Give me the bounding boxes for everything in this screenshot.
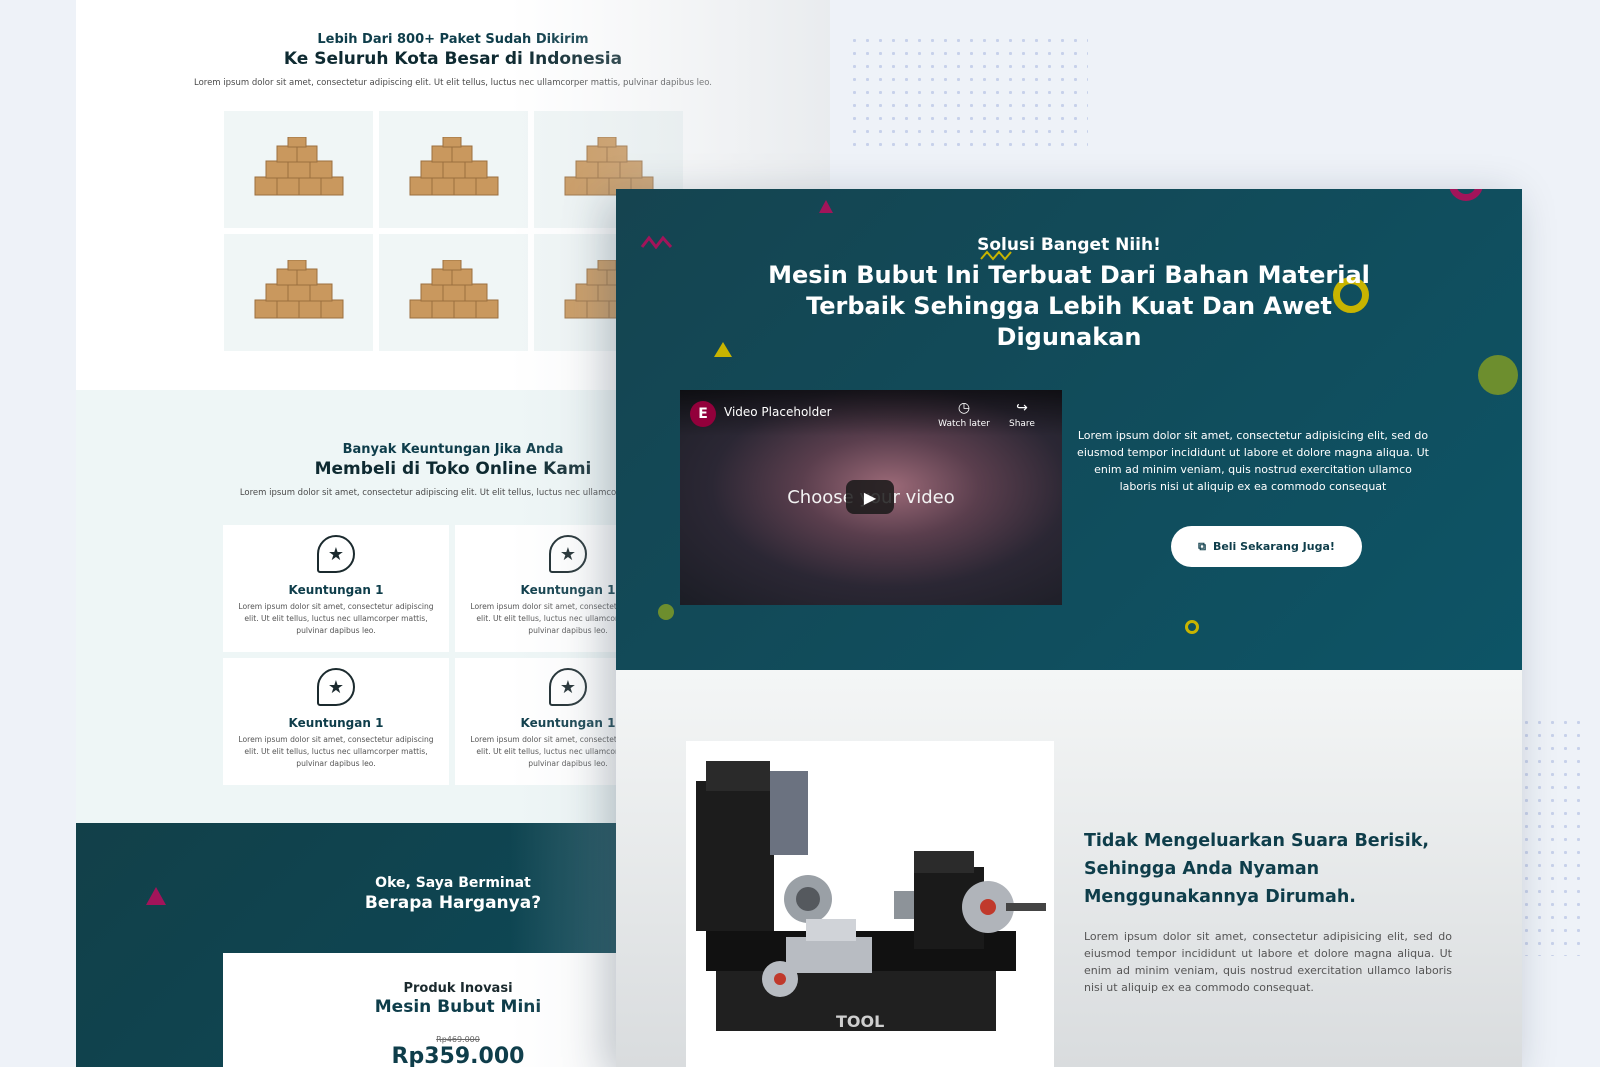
share-button[interactable]: ↪ Share (992, 400, 1052, 429)
ring-decoration (1185, 620, 1199, 634)
triangle-decoration (819, 200, 833, 213)
buy-now-label: Beli Sekarang Juga! (1212, 540, 1335, 553)
play-icon: ▶ (863, 487, 877, 507)
video-player[interactable]: E Video Placeholder ◷ Watch later ↪ Shar… (680, 390, 1062, 605)
benefit-card: ★ Keuntungan 1 Lorem ipsum dolor sit ame… (223, 525, 449, 652)
ring-decoration (1449, 189, 1483, 201)
benefit-card: ★ Keuntungan 1 Lorem ipsum dolor sit ame… (223, 658, 449, 785)
boxes-image (224, 111, 373, 228)
circle-decoration (658, 604, 674, 620)
front-page-preview: Solusi Banget Niih! Mesin Bubut Ini Terb… (616, 189, 1522, 1067)
external-link-icon: ⧉ (1198, 539, 1206, 553)
circle-decoration (1478, 355, 1518, 395)
watch-later-label: Watch later (938, 419, 990, 429)
share-icon: ↪ (1016, 400, 1028, 416)
hero-section: Solusi Banget Niih! Mesin Bubut Ini Terb… (616, 189, 1522, 670)
feature-title: Tidak Mengeluarkan Suara Berisik, Sehing… (1084, 831, 1429, 907)
shipping-kicker: Lebih Dari 800+ Paket Sudah Dikirim (317, 32, 589, 47)
boxes-image (224, 234, 373, 351)
mini-lathe-image: TOOL (686, 741, 1054, 1067)
star-icon: ★ (317, 535, 355, 573)
hero-text: Lorem ipsum dolor sit amet, consectetur … (1077, 429, 1429, 493)
shipping-text: Lorem ipsum dolor sit amet, consectetur … (193, 78, 713, 88)
dot-pattern-top (848, 34, 1088, 156)
feature-text: Lorem ipsum dolor sit amet, consectetur … (1084, 930, 1452, 994)
shipping-header: Lebih Dari 800+ Paket Sudah Dikirim Ke S… (76, 32, 830, 88)
clock-icon: ◷ (957, 400, 971, 416)
svg-text:TOOL: TOOL (836, 1012, 884, 1031)
buy-now-button[interactable]: ⧉ Beli Sekarang Juga! (1171, 526, 1362, 567)
triangle-decoration (714, 342, 732, 357)
boxes-image (379, 234, 528, 351)
benefit-text: Lorem ipsum dolor sit amet, consectetur … (238, 602, 434, 635)
benefit-title: Keuntungan 1 (288, 583, 384, 597)
share-label: Share (1009, 419, 1035, 429)
star-icon: ★ (549, 668, 587, 706)
elementor-logo-icon[interactable]: E (690, 401, 716, 427)
hero-kicker: Solusi Banget Niih! (977, 235, 1161, 255)
benefits-grid: ★ Keuntungan 1 Lorem ipsum dolor sit ame… (223, 525, 681, 785)
feature-section: TOOL Tidak Mengeluarkan Suara Berisik, S… (616, 670, 1522, 1067)
hero-title: Mesin Bubut Ini Terbuat Dari Bahan Mater… (768, 261, 1370, 351)
shipping-title: Ke Seluruh Kota Besar di Indonesia (283, 49, 623, 69)
benefit-text: Lorem ipsum dolor sit amet, consectetur … (238, 735, 434, 768)
star-icon: ★ (549, 535, 587, 573)
star-icon: ★ (317, 668, 355, 706)
video-title[interactable]: Video Placeholder (724, 405, 832, 419)
boxes-image (379, 111, 528, 228)
watch-later-button[interactable]: ◷ Watch later (934, 400, 994, 429)
benefit-title: Keuntungan 1 (288, 716, 384, 730)
play-button[interactable]: ▶ (846, 480, 894, 514)
dot-pattern-right (1520, 716, 1590, 956)
